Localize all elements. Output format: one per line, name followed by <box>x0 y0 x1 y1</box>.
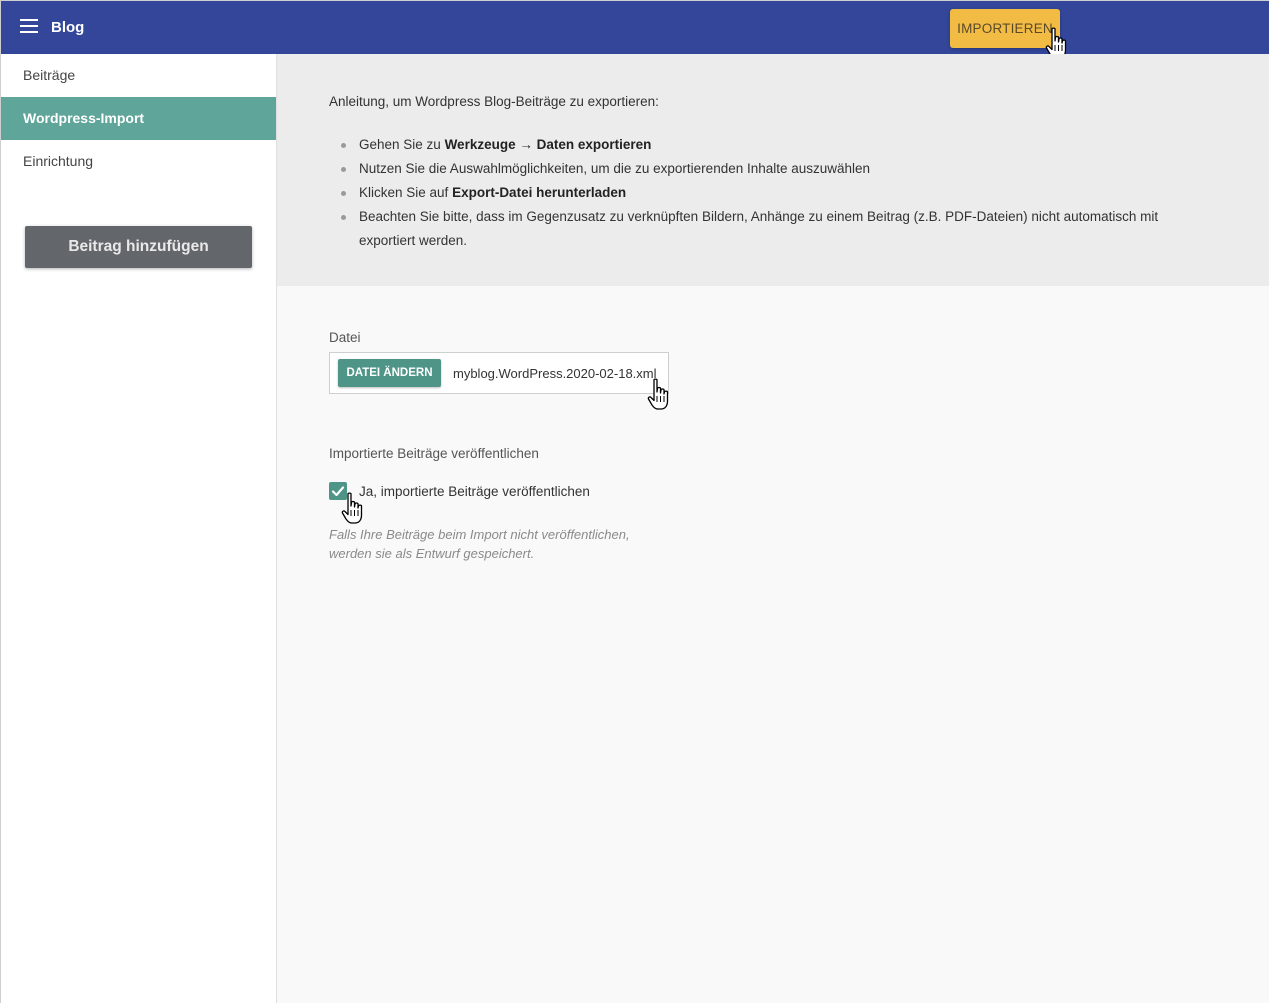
instructions-intro: Anleitung, um Wordpress Blog-Beiträge zu… <box>329 94 659 109</box>
add-post-button[interactable]: Beitrag hinzufügen <box>25 226 252 268</box>
publish-checkbox[interactable] <box>329 482 347 500</box>
list-item: Klicken Sie auf Export-Datei herunterlad… <box>329 181 1209 205</box>
list-item: Beachten Sie bitte, dass im Gegenzusatz … <box>329 205 1209 253</box>
app-title: Blog <box>51 19 85 36</box>
instructions-panel: Anleitung, um Wordpress Blog-Beiträge zu… <box>277 54 1269 286</box>
sidebar-item-beitraege[interactable]: Beiträge <box>1 54 276 97</box>
sidebar: Beiträge Wordpress-Import Einrichtung Be… <box>1 54 277 1003</box>
top-bar: Blog IMPORTIEREN <box>1 1 1269 59</box>
list-item: Nutzen Sie die Auswahlmöglichkeiten, um … <box>329 157 1209 181</box>
hamburger-menu-icon[interactable] <box>20 19 39 35</box>
publish-checkbox-label[interactable]: Ja, importierte Beiträge veröffentlichen <box>359 484 590 499</box>
publish-hint: Falls Ihre Beiträge beim Import nicht ve… <box>329 527 630 561</box>
instructions-list: Gehen Sie zu Werkzeuge → Daten exportier… <box>329 133 1209 253</box>
checkmark-icon <box>331 486 345 497</box>
import-button[interactable]: IMPORTIEREN <box>950 9 1060 48</box>
file-input[interactable]: DATEI ÄNDERN myblog.WordPress.2020-02-18… <box>329 352 669 394</box>
change-file-button[interactable]: DATEI ÄNDERN <box>338 359 441 387</box>
file-field-label: Datei <box>329 330 361 345</box>
sidebar-item-einrichtung[interactable]: Einrichtung <box>1 140 276 183</box>
list-item: Gehen Sie zu Werkzeuge → Daten exportier… <box>329 133 1209 157</box>
file-name: myblog.WordPress.2020-02-18.xml <box>453 366 657 381</box>
app-window: Blog IMPORTIEREN Beiträge Wordpress-Impo… <box>0 0 1269 1003</box>
sidebar-item-wordpress-import[interactable]: Wordpress-Import <box>1 97 276 140</box>
main-content: Anleitung, um Wordpress Blog-Beiträge zu… <box>277 54 1269 1003</box>
publish-field-label: Importierte Beiträge veröffentlichen <box>329 446 539 461</box>
